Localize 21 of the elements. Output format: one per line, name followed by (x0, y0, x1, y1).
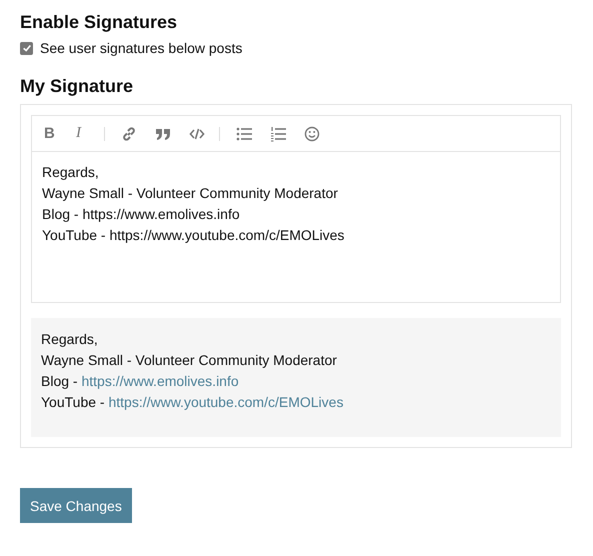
numbered-list-icon[interactable] (270, 126, 286, 142)
checkbox-label: See user signatures below posts (40, 40, 242, 56)
bullet-list-icon[interactable] (236, 126, 252, 142)
checkbox[interactable] (20, 42, 33, 54)
preview-link[interactable]: https://www.youtube.com/c/EMOLives (108, 394, 344, 410)
preview-label: Blog - (41, 373, 79, 389)
preview-label: YouTube - (41, 394, 106, 410)
save-changes-button[interactable]: Save Changes (20, 488, 132, 523)
editor-text-line: Wayne Small - Volunteer Community Moderator (42, 184, 339, 203)
section-title: Enable Signatures (20, 11, 178, 34)
section-title: My Signature (20, 75, 134, 98)
editor-text-line: Blog - https://www.emolives.info (42, 205, 241, 224)
italic-button[interactable]: I (76, 125, 90, 142)
editor-text-line: YouTube - https://www.youtube.com/c/EMOLives (42, 226, 346, 245)
link-icon[interactable] (121, 126, 137, 142)
editor-text-line: Regards, (42, 163, 100, 182)
bold-button[interactable]: B (44, 125, 58, 142)
preview-link[interactable]: https://www.emolives.info (81, 373, 239, 389)
smiley-icon[interactable] (304, 126, 320, 142)
preview-text-line: Wayne Small - Volunteer Community Moderator (41, 352, 337, 368)
preview-text-line: Regards, (41, 331, 98, 347)
